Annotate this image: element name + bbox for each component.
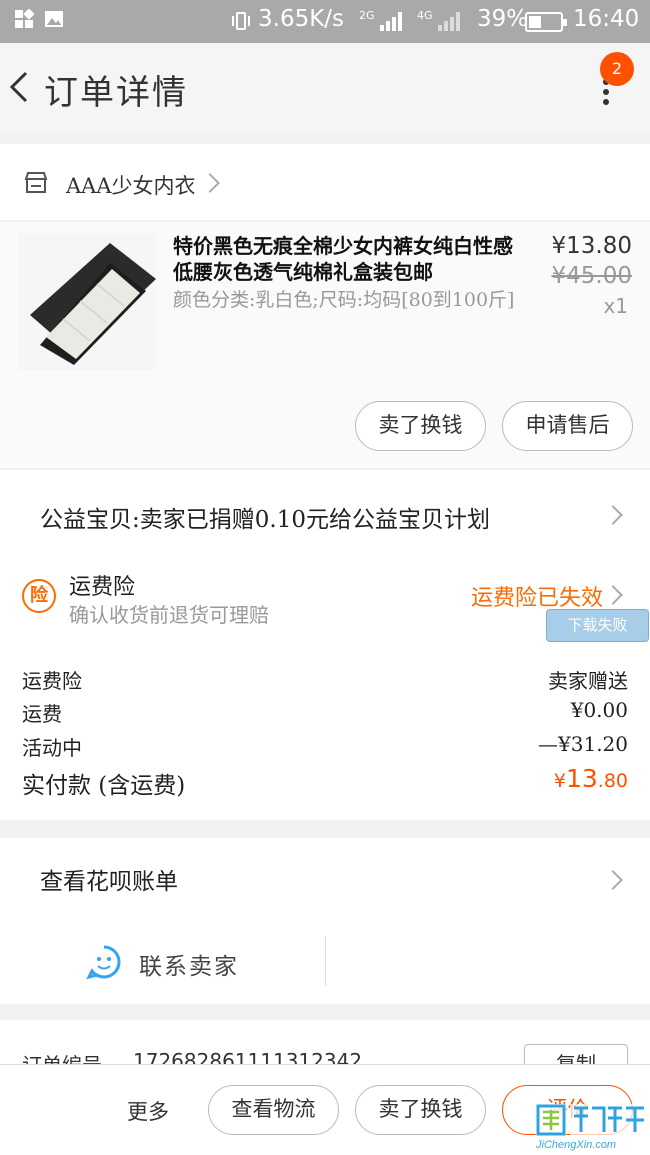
product-sku: 颜色分类:乳白色;尺码:均码[80到100斤]	[173, 289, 515, 311]
page-title: 订单详情	[44, 73, 188, 113]
signal-icon-1	[380, 11, 402, 31]
after-sales-button[interactable]: 申请售后	[502, 401, 633, 451]
battery-percent: 39%	[477, 6, 529, 32]
product-quantity: x1	[603, 294, 628, 318]
total-decimal: .80	[597, 770, 628, 792]
insurance-icon: 险	[22, 579, 56, 613]
insurance-subtitle: 确认收货前退货可理赔	[69, 603, 269, 627]
fee-label: 运费险	[22, 669, 82, 693]
product-original-price: ¥45.00	[551, 263, 632, 289]
resell-bottom-button[interactable]: 卖了换钱	[355, 1085, 486, 1135]
fee-value: 卖家赠送	[548, 669, 628, 693]
contact-seller-icon	[86, 944, 122, 980]
total-currency: ¥	[553, 770, 566, 792]
vibrate-icon	[230, 10, 252, 36]
network-type-2: 4G	[417, 9, 433, 22]
more-button[interactable]: 更多	[127, 1096, 169, 1126]
network-speed: 3.65K/s	[258, 6, 345, 32]
network-type-1: 2G	[359, 9, 375, 22]
app-header: 订单详情 2	[0, 43, 650, 131]
shop-icon	[24, 171, 48, 199]
insurance-title: 运费险	[69, 575, 136, 600]
fee-label: 活动中	[22, 736, 82, 760]
watermark-text: JiChengXin.com	[536, 1139, 617, 1151]
battery-icon	[525, 12, 567, 32]
fee-label: 运费	[22, 702, 62, 726]
contact-seller-button[interactable]: 联系卖家	[139, 947, 239, 981]
back-button[interactable]	[6, 69, 36, 105]
apps-notification-icon	[14, 8, 35, 29]
chevron-left-icon	[9, 71, 28, 103]
view-logistics-button[interactable]: 查看物流	[208, 1085, 339, 1135]
dot-icon	[603, 99, 609, 105]
divider	[325, 936, 326, 986]
signal-icon-2	[438, 11, 460, 31]
fee-value: —¥31.20	[538, 732, 628, 756]
total-amount: ¥13.80	[554, 764, 628, 793]
product-title[interactable]: 特价黑色无痕全棉少女内裤女纯白性感低腰灰色透气纯棉礼盒装包邮	[173, 233, 528, 285]
notification-badge: 2	[600, 52, 634, 86]
product-image[interactable]	[18, 233, 156, 370]
huabei-chevron-icon	[603, 870, 623, 890]
huabei-link[interactable]: 查看花呗账单	[40, 862, 178, 896]
shop-name[interactable]: AAA少女内衣	[66, 170, 196, 200]
resell-button[interactable]: 卖了换钱	[355, 401, 486, 451]
clock: 16:40	[573, 6, 640, 32]
dot-icon	[603, 89, 609, 95]
total-integer: 13	[565, 764, 598, 793]
shop-chevron-icon	[200, 173, 220, 193]
insurance-status[interactable]: 运费险已失效	[471, 580, 603, 612]
image-notification-icon	[44, 9, 64, 29]
fee-value: ¥0.00	[570, 698, 628, 722]
watermark-logo: JiChengXin.com	[532, 1098, 650, 1155]
download-failed-toast: 下载失败	[546, 609, 649, 642]
total-label: 实付款 (含运费)	[22, 773, 186, 799]
charity-text: 公益宝贝:卖家已捐赠0.10元给公益宝贝计划	[40, 507, 490, 533]
status-bar: 3.65K/s 2G 4G 39% 16:40	[0, 0, 650, 43]
product-price: ¥13.80	[551, 233, 632, 259]
charity-chevron-icon	[603, 505, 623, 525]
